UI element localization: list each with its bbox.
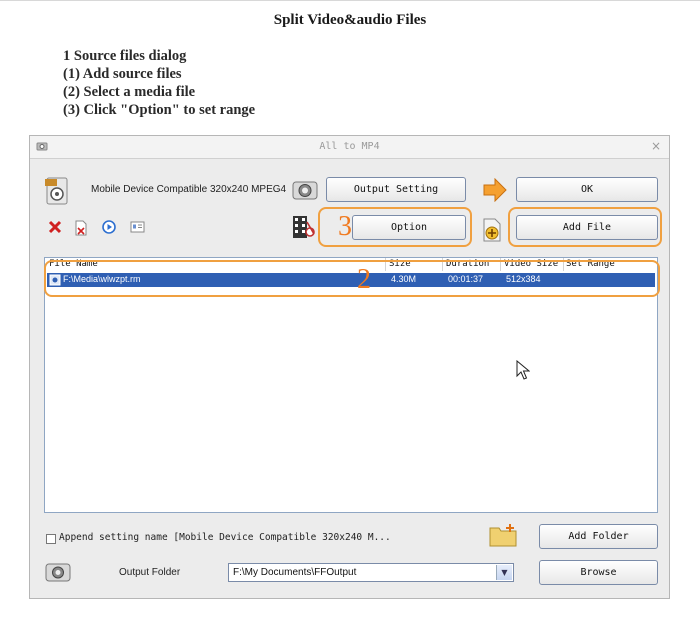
step-3: (2) Select a media file bbox=[63, 84, 196, 100]
output-setting-icon bbox=[292, 181, 318, 200]
add-folder-button[interactable]: Add Folder bbox=[539, 524, 658, 549]
output-folder-icon bbox=[45, 563, 71, 582]
folder-add-icon bbox=[489, 524, 517, 547]
play-icon[interactable] bbox=[102, 220, 116, 234]
output-folder-select[interactable]: F:\My Documents\FFOutput ▼ bbox=[228, 563, 514, 582]
callout-number-3: 3 bbox=[338, 211, 352, 242]
profile-label: Mobile Device Compatible 320x240 MPEG4 bbox=[91, 184, 287, 195]
app-window: All to MP4 × Mobile Device Compatible 32… bbox=[29, 135, 670, 599]
mouse-cursor-icon bbox=[516, 360, 530, 380]
media-device-icon bbox=[45, 177, 68, 205]
callout-number-2: 2 bbox=[357, 264, 371, 295]
properties-icon[interactable] bbox=[130, 221, 145, 233]
add-file-icon bbox=[483, 218, 501, 242]
browse-button[interactable]: Browse bbox=[539, 560, 658, 585]
append-setting-label: Append setting name [Mobile Device Compa… bbox=[59, 532, 391, 543]
output-folder-value: F:\My Documents\FFOutput bbox=[233, 567, 357, 578]
option-button[interactable]: Option bbox=[352, 215, 466, 240]
clear-list-icon[interactable] bbox=[74, 220, 88, 236]
step-2: (1) Add source files bbox=[63, 66, 182, 82]
close-icon[interactable]: × bbox=[651, 139, 661, 153]
chevron-down-icon[interactable]: ▼ bbox=[496, 565, 512, 580]
add-file-button[interactable]: Add File bbox=[516, 215, 658, 240]
window-title: All to MP4 bbox=[319, 141, 380, 152]
file-row-callout bbox=[44, 260, 660, 297]
ok-button[interactable]: OK bbox=[516, 177, 658, 202]
top-divider bbox=[0, 0, 700, 1]
title-bar: All to MP4 × bbox=[30, 136, 669, 159]
page-title: Split Video&audio Files bbox=[273, 12, 427, 28]
arrow-right-icon bbox=[483, 178, 507, 202]
append-setting-checkbox[interactable] bbox=[46, 534, 56, 544]
film-scissors-icon bbox=[293, 216, 315, 238]
output-folder-label: Output Folder bbox=[119, 567, 181, 578]
step-1: 1 Source files dialog bbox=[63, 48, 187, 64]
delete-icon[interactable] bbox=[48, 220, 62, 234]
step-4: (3) Click "Option" to set range bbox=[63, 102, 256, 118]
output-setting-button[interactable]: Output Setting bbox=[326, 177, 466, 202]
instruction-steps: 1 Source files dialog (1) Add source fil… bbox=[63, 47, 255, 119]
